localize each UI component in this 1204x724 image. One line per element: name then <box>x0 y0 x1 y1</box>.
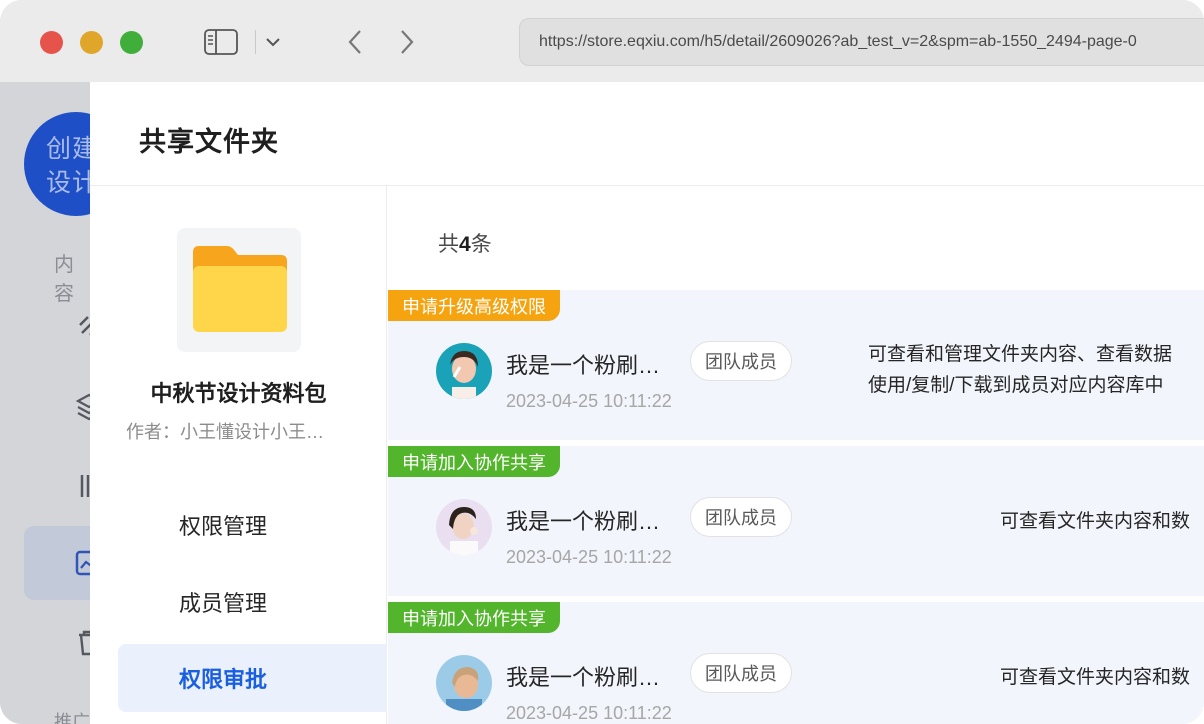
request-item[interactable]: 申请加入协作共享 我是一个粉刷… 团队成员 2023-04-25 10:11:2… <box>388 602 1204 724</box>
approval-list: 共4条 申请升级高级权限 我是一个粉刷… 团队成员 2023-04-25 10:… <box>388 186 1204 724</box>
folder-name: 中秋节设计资料包 <box>150 381 327 406</box>
chevron-down-icon[interactable] <box>255 24 291 60</box>
request-type-tag: 申请加入协作共享 <box>388 602 560 633</box>
maximize-window-button[interactable] <box>120 31 143 54</box>
modal-header: 共享文件夹 <box>90 82 1204 186</box>
close-window-button[interactable] <box>40 31 63 54</box>
nav-label: 权限审批 <box>179 667 268 692</box>
user-name: 我是一个粉刷… <box>506 509 661 534</box>
folder-sidebar: 中秋节设计资料包 作者：小王懂设计小王… 权限管理 成员管理 权限审批 <box>90 186 387 724</box>
description-line: 使用/复制/下载到成员对应内容库中 <box>868 375 1164 396</box>
request-time: 2023-04-25 10:11:22 <box>506 391 672 411</box>
address-bar[interactable]: https://store.eqxiu.com/h5/detail/260902… <box>519 18 1204 66</box>
role-badge: 团队成员 <box>690 341 792 381</box>
nav-permission-management[interactable]: 权限管理 <box>118 491 387 559</box>
description-line: 可查看文件夹内容和数 <box>1000 667 1191 688</box>
description-line: 可查看和管理文件夹内容、查看数据 <box>868 344 1173 365</box>
background-section-label: 内容 <box>54 254 74 305</box>
minimize-window-button[interactable] <box>80 31 103 54</box>
nav-permission-approval[interactable]: 权限审批 <box>118 644 387 712</box>
count-suffix: 条 <box>470 233 492 256</box>
avatar <box>436 343 492 399</box>
user-name: 我是一个粉刷… <box>506 665 661 690</box>
sidebar-toggle-icon[interactable] <box>203 24 239 60</box>
user-name: 我是一个粉刷… <box>506 353 661 378</box>
forward-arrow-icon[interactable] <box>389 24 425 60</box>
folder-icon <box>193 246 287 332</box>
count-value: 4 <box>459 233 471 256</box>
back-arrow-icon[interactable] <box>337 24 373 60</box>
nav-label: 权限管理 <box>179 514 268 539</box>
count-prefix: 共 <box>438 233 459 256</box>
description-line: 可查看文件夹内容和数 <box>1000 511 1191 532</box>
avatar <box>436 499 492 555</box>
browser-toolbar: https://store.eqxiu.com/h5/detail/260902… <box>0 0 1204 82</box>
nav-label: 成员管理 <box>179 591 268 616</box>
request-item[interactable]: 申请升级高级权限 我是一个粉刷… 团队成员 2023-04-25 10:11:2… <box>388 290 1204 440</box>
total-count: 共4条 <box>438 228 492 258</box>
background-sidebar: 创建 设计 内容 推广 <box>0 82 128 724</box>
avatar <box>436 655 492 711</box>
folder-author: 作者：小王懂设计小王… <box>126 422 324 442</box>
background-bottom-label: 推广 <box>54 712 90 724</box>
modal-title: 共享文件夹 <box>139 127 279 157</box>
request-type-tag: 申请升级高级权限 <box>388 290 560 321</box>
nav-member-management[interactable]: 成员管理 <box>118 568 387 636</box>
url-text: https://store.eqxiu.com/h5/detail/260902… <box>539 33 1137 50</box>
request-time: 2023-04-25 10:11:22 <box>506 703 672 723</box>
folder-thumbnail <box>177 228 301 352</box>
role-badge: 团队成员 <box>690 653 792 693</box>
request-item[interactable]: 申请加入协作共享 我是一个粉刷… 团队成员 2023-04-25 10:11:2… <box>388 446 1204 596</box>
shared-folder-modal: 共享文件夹 中秋节设计资料包 作者：小王懂设计小王… 权限管理 成员管理 权限审… <box>90 82 1204 724</box>
permission-description: 可查看文件夹内容和数 <box>1000 662 1190 693</box>
browser-window: https://store.eqxiu.com/h5/detail/260902… <box>0 0 1204 724</box>
role-badge: 团队成员 <box>690 497 792 537</box>
permission-description: 可查看和管理文件夹内容、查看数据 使用/复制/下载到成员对应内容库中 <box>868 339 1172 401</box>
permission-description: 可查看文件夹内容和数 <box>1000 506 1190 537</box>
request-type-tag: 申请加入协作共享 <box>388 446 560 477</box>
request-time: 2023-04-25 10:11:22 <box>506 547 672 567</box>
